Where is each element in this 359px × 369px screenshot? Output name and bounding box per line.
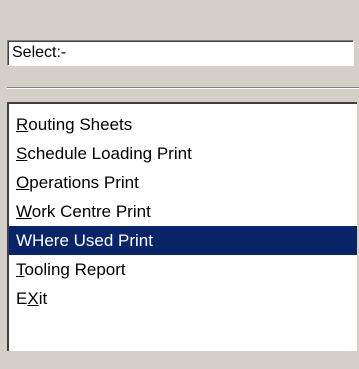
item-label: outing Sheets xyxy=(28,115,133,134)
select-header-field: Select:- xyxy=(7,40,354,66)
item-label: chedule Loading Print xyxy=(27,144,192,163)
mnemonic: W xyxy=(16,202,32,221)
list-item-operations-print[interactable]: Operations Print xyxy=(9,168,357,197)
item-label: ork Centre Print xyxy=(31,202,151,221)
mnemonic: R xyxy=(16,115,29,134)
list-item-routing-sheets[interactable]: Routing Sheets xyxy=(9,110,357,139)
mnemonic: T xyxy=(16,260,25,279)
mnemonic: S xyxy=(16,144,28,163)
item-label: WHere Used Print xyxy=(16,231,153,250)
mnemonic: O xyxy=(16,173,30,192)
divider xyxy=(7,87,359,89)
item-label: ooling Report xyxy=(24,260,126,279)
item-prefix: E xyxy=(16,289,28,308)
list-item-exit[interactable]: EXit xyxy=(9,284,357,313)
menu-listbox[interactable]: Routing Sheets Schedule Loading Print Op… xyxy=(7,102,357,351)
mnemonic: X xyxy=(27,289,39,308)
list-item-work-centre-print[interactable]: Work Centre Print xyxy=(9,197,357,226)
list-item-where-used-print[interactable]: WHere Used Print xyxy=(9,226,357,255)
list-item-tooling-report[interactable]: Tooling Report xyxy=(9,255,357,284)
item-label: perations Print xyxy=(29,173,139,192)
list-item-schedule-loading-print[interactable]: Schedule Loading Print xyxy=(9,139,357,168)
item-label: it xyxy=(38,289,48,308)
